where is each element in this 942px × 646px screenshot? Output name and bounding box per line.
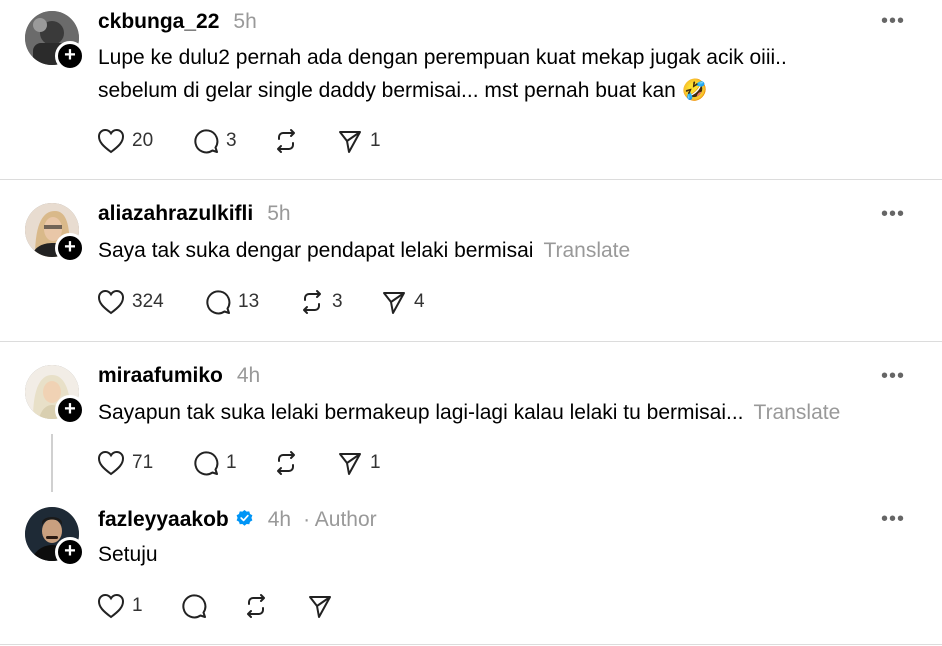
- post-time: 4h: [236, 364, 261, 387]
- more-dots-icon[interactable]: •••: [881, 365, 905, 388]
- comment-icon: [206, 290, 231, 315]
- heart-icon: [97, 450, 125, 476]
- post-time: 5h: [267, 202, 291, 225]
- comment-icon: [194, 129, 219, 154]
- share-button[interactable]: 4: [381, 287, 425, 317]
- like-count: 324: [132, 291, 164, 312]
- repost-icon: [303, 290, 321, 314]
- post-time: 5h: [233, 10, 257, 33]
- username[interactable]: miraafumiko: [98, 364, 223, 388]
- repost-icon: [247, 594, 265, 618]
- send-icon: [309, 596, 331, 618]
- repost-count: 3: [332, 291, 343, 312]
- like-count: 71: [132, 452, 154, 473]
- post-text: Setuju: [98, 538, 158, 571]
- reply-button[interactable]: [181, 591, 207, 621]
- author-label: · Author: [303, 508, 377, 531]
- like-button[interactable]: 71: [97, 448, 153, 478]
- repost-icon: [277, 451, 295, 475]
- comment-icon: [182, 594, 207, 619]
- send-icon: [339, 131, 361, 153]
- share-count: 1: [370, 452, 381, 473]
- more-dots-icon[interactable]: •••: [881, 203, 905, 226]
- post-divider: [0, 644, 942, 645]
- reply-count: 1: [226, 452, 237, 473]
- reply-count: 3: [226, 130, 237, 151]
- send-icon: [339, 453, 361, 475]
- post-text: Saya tak suka dengar pendapat lelaki ber…: [98, 234, 630, 267]
- follow-plus-icon[interactable]: +: [55, 537, 85, 567]
- username[interactable]: aliazahrazulkifli: [98, 202, 253, 226]
- repost-icon: [277, 129, 295, 153]
- more-dots-icon[interactable]: •••: [881, 508, 905, 531]
- repost-button[interactable]: 3: [299, 287, 343, 317]
- post-divider: [0, 341, 942, 342]
- send-icon: [383, 292, 405, 314]
- follow-plus-icon[interactable]: +: [55, 233, 85, 263]
- comment-icon: [194, 451, 219, 476]
- post-text-line: Setuju: [98, 543, 158, 566]
- post-text: Sayapun tak suka lelaki bermakeup lagi-l…: [98, 396, 840, 429]
- repost-button[interactable]: [243, 591, 269, 621]
- like-button[interactable]: 324: [97, 287, 164, 317]
- post-text-line: Lupe ke dulu2 pernah ada dengan perempua…: [98, 46, 787, 69]
- share-button[interactable]: 1: [337, 126, 381, 156]
- more-dots-icon[interactable]: •••: [881, 10, 905, 33]
- heart-icon: [97, 593, 125, 619]
- like-button[interactable]: 20: [97, 126, 153, 156]
- post-divider: [0, 179, 942, 180]
- verified-badge-icon: [236, 509, 253, 526]
- username[interactable]: fazleyyaakob: [98, 508, 229, 532]
- share-button[interactable]: [307, 591, 333, 621]
- reply-button[interactable]: 1: [193, 448, 237, 478]
- heart-icon: [97, 128, 125, 154]
- reply-count: 13: [238, 291, 260, 312]
- follow-plus-icon[interactable]: +: [55, 395, 85, 425]
- thread-line: [51, 434, 53, 492]
- like-count: 20: [132, 130, 154, 151]
- share-count: 4: [414, 291, 425, 312]
- share-count: 1: [370, 130, 381, 151]
- share-button[interactable]: 1: [337, 448, 381, 478]
- follow-plus-icon[interactable]: +: [55, 41, 85, 71]
- reply-button[interactable]: 13: [205, 287, 259, 317]
- heart-icon: [97, 289, 125, 315]
- post-text-line: Saya tak suka dengar pendapat lelaki ber…: [98, 239, 534, 262]
- repost-button[interactable]: [273, 448, 299, 478]
- translate-link[interactable]: Translate: [754, 401, 841, 424]
- reply-button[interactable]: 3: [193, 126, 237, 156]
- translate-link[interactable]: Translate: [543, 239, 630, 262]
- post-text-line: sebelum di gelar single daddy bermisai..…: [98, 79, 708, 102]
- like-count: 1: [132, 595, 143, 616]
- post-text: Lupe ke dulu2 pernah ada dengan perempua…: [98, 41, 787, 107]
- repost-button[interactable]: [273, 126, 299, 156]
- post-text-line: Sayapun tak suka lelaki bermakeup lagi-l…: [98, 401, 744, 424]
- like-button[interactable]: 1: [97, 591, 143, 621]
- username[interactable]: ckbunga_22: [98, 10, 219, 34]
- post-time: 4h: [267, 508, 292, 531]
